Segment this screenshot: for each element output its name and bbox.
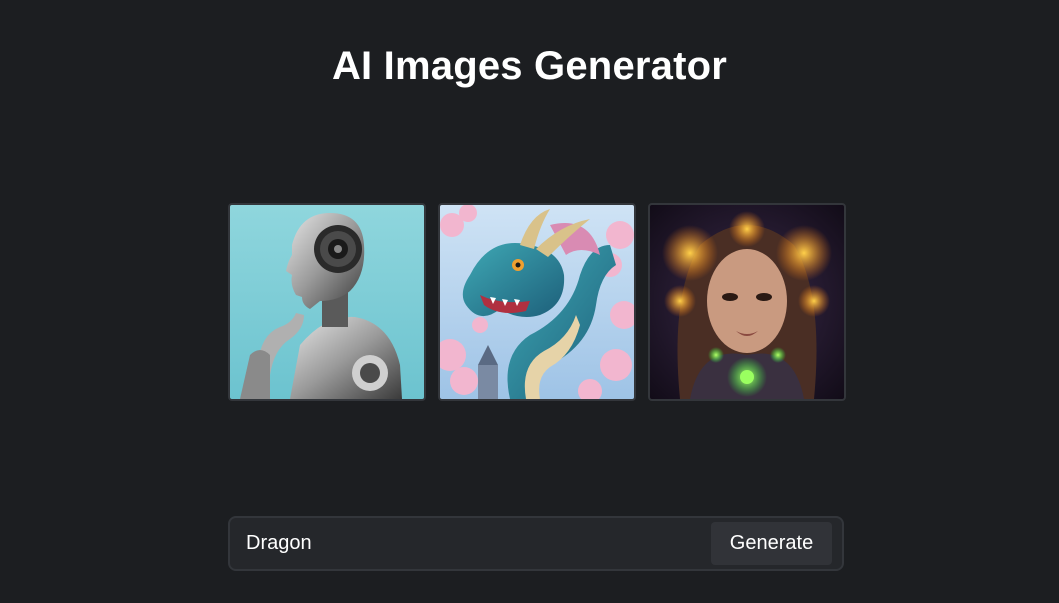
cyber-girl-illustration [650,205,844,399]
generate-button[interactable]: Generate [711,522,832,565]
robot-illustration [230,205,424,399]
image-gallery [228,203,846,401]
prompt-bar: Generate [228,516,844,571]
robot-thinking-image[interactable] [228,203,426,401]
cyber-girl-image[interactable] [648,203,846,401]
dragon-illustration [440,205,634,399]
app-page: AI Images Generator Dragon Generate [0,0,1059,603]
prompt-input[interactable] [246,532,711,555]
dragon-blossom-image[interactable] [438,203,636,401]
page-title: AI Images Generator [331,44,728,88]
